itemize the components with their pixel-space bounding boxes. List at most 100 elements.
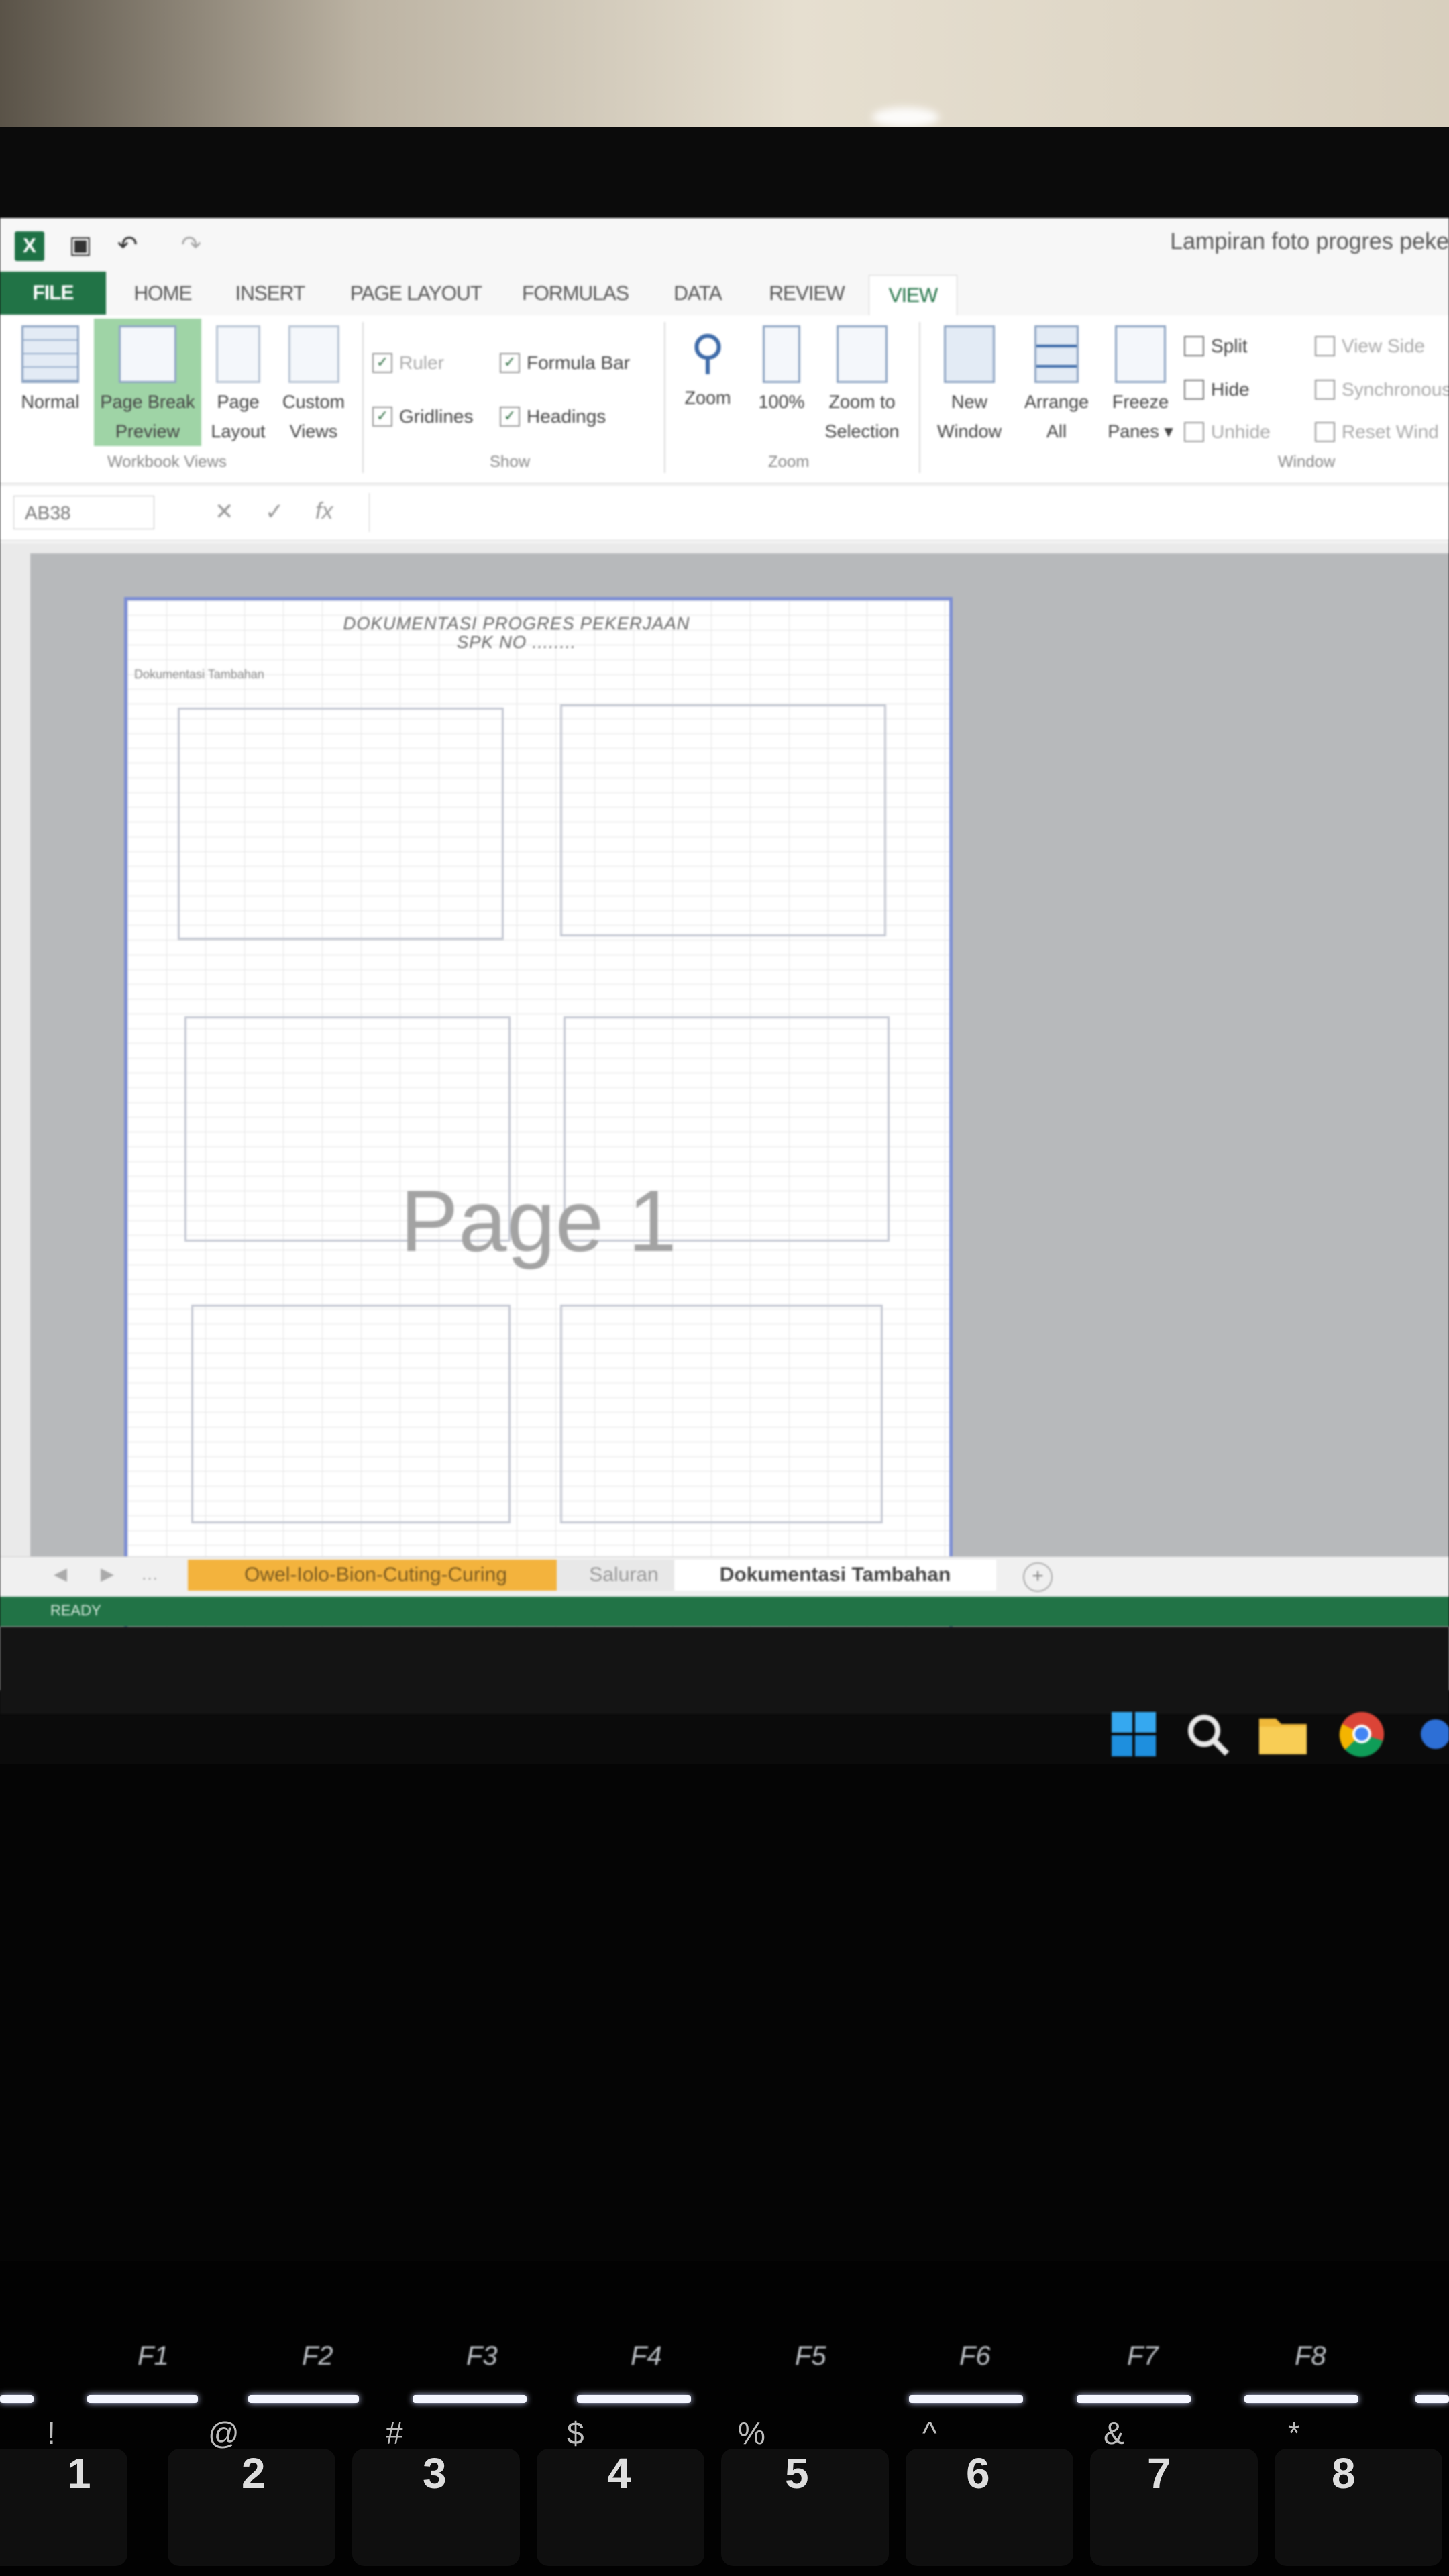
photo-placeholder[interactable] [191, 1305, 511, 1523]
chrome-icon[interactable] [1338, 1711, 1385, 1758]
zoom-to-selection-button[interactable]: Zoom to Selection [815, 325, 909, 446]
key-backlight [248, 2395, 359, 2403]
sheet-tab-1[interactable]: Owel-Iolo-Bion-Cuting-Curing [188, 1560, 564, 1591]
photo-placeholder[interactable] [178, 708, 504, 940]
custom-views-button[interactable]: Custom Views [272, 325, 356, 446]
key-backlight [909, 2395, 1023, 2403]
sheet-tab-3-active[interactable]: Dokumentasi Tambahan [674, 1560, 996, 1591]
new-window-button[interactable]: New Window [926, 325, 1013, 446]
fkey-label: F2 [302, 2341, 333, 2371]
formula-bar-checkbox[interactable]: ✓ Formula Bar [500, 352, 630, 374]
unhide-icon [1184, 422, 1204, 442]
synchronous-label: Synchronous [1342, 379, 1449, 400]
key-symbol: ^ [922, 2416, 937, 2451]
fkey-label: F4 [631, 2341, 662, 2371]
key-number: 5 [785, 2449, 809, 2498]
normal-view-label: Normal [21, 392, 80, 412]
key-number: 3 [423, 2449, 447, 2498]
key-number: 1 [67, 2449, 91, 2498]
tab-file[interactable]: FILE [0, 272, 106, 315]
headings-checkbox[interactable]: ✓ Headings [500, 406, 606, 427]
synchronous-scrolling-button[interactable]: Synchronous [1315, 379, 1449, 400]
search-icon[interactable] [1184, 1711, 1231, 1758]
sheet-nav-prev-icon[interactable]: ◀ [54, 1564, 67, 1585]
formula-input[interactable] [369, 493, 1449, 532]
hide-icon [1184, 380, 1204, 400]
file-explorer-icon[interactable] [1258, 1711, 1307, 1758]
sheet-tab-2[interactable]: Saluran [557, 1560, 691, 1591]
normal-view-button[interactable]: Normal [7, 325, 94, 417]
fkey-label: F1 [138, 2341, 169, 2371]
fkey-label: F6 [959, 2341, 991, 2371]
photo-placeholder[interactable] [560, 704, 886, 936]
fkey-label: F8 [1295, 2341, 1326, 2371]
tab-home[interactable]: HOME [124, 277, 201, 311]
status-ready: READY [50, 1602, 101, 1619]
print-page-1[interactable]: DOKUMENTASI PROGRES PEKERJAAN SPK NO ...… [124, 597, 953, 1690]
normal-view-icon [21, 325, 79, 383]
tab-data[interactable]: DATA [664, 277, 731, 311]
ceiling-light [872, 107, 939, 127]
synchronous-icon [1315, 380, 1335, 400]
app-icon[interactable] [1415, 1711, 1449, 1758]
zoom-label: Zoom [684, 388, 731, 408]
undo-icon[interactable]: ↶ [111, 231, 144, 258]
taskbar [0, 1627, 1449, 1714]
gridlines-checkbox[interactable]: ✓ Gridlines [372, 406, 473, 427]
new-window-label-1: New [951, 392, 987, 412]
add-sheet-icon[interactable]: + [1023, 1562, 1053, 1592]
arrange-all-icon [1034, 325, 1079, 383]
redo-icon[interactable]: ↷ [174, 231, 208, 258]
document-title-line-1: DOKUMENTASI PROGRES PEKERJAAN [343, 613, 690, 633]
page-break-preview-button[interactable]: Page Break Preview [94, 319, 201, 446]
save-icon[interactable]: ▣ [64, 231, 97, 258]
freeze-panes-label-2: Panes ▾ [1108, 421, 1173, 441]
tab-formulas[interactable]: FORMULAS [513, 277, 637, 311]
ruler-checkbox[interactable]: ✓ Ruler [372, 352, 444, 374]
sheet-nav-next-icon[interactable]: ▶ [101, 1564, 114, 1585]
tab-review[interactable]: REVIEW [758, 277, 855, 311]
quick-access-toolbar: X ▣ ↶ ↷ Lampiran foto progres peke [0, 218, 1449, 272]
name-box[interactable]: AB38 [13, 496, 154, 529]
cancel-icon[interactable]: ✕ [215, 498, 234, 525]
custom-views-icon [288, 325, 339, 383]
key-number: 7 [1147, 2449, 1171, 2498]
reset-window-position-button[interactable]: Reset Wind [1315, 421, 1439, 443]
fkey-label: F7 [1127, 2341, 1159, 2371]
formula-bar-label: Formula Bar [527, 352, 631, 373]
key-backlight [413, 2395, 527, 2403]
excel-window: X ▣ ↶ ↷ Lampiran foto progres peke FILE … [0, 218, 1449, 1690]
windows-start-icon[interactable] [1110, 1711, 1157, 1758]
hide-button[interactable]: Hide [1184, 379, 1250, 400]
hide-label: Hide [1211, 379, 1250, 400]
unhide-button[interactable]: Unhide [1184, 421, 1271, 443]
view-side-icon [1315, 336, 1335, 356]
view-side-by-side-button[interactable]: View Side [1315, 335, 1425, 357]
zoom-button[interactable]: ⚲ Zoom [671, 325, 745, 413]
view-side-label: View Side [1342, 335, 1426, 356]
key-number: 8 [1332, 2449, 1356, 2498]
page-layout-label-2: Layout [211, 421, 266, 441]
zoom-to-selection-label-1: Zoom to [828, 392, 896, 412]
tab-view[interactable]: VIEW [869, 275, 957, 316]
arrange-all-button[interactable]: Arrange All [1013, 325, 1100, 446]
zoom-100-button[interactable]: 100% [748, 325, 815, 417]
ruler-check-icon: ✓ [372, 353, 392, 373]
photo-placeholder[interactable] [560, 1305, 883, 1523]
separator [664, 322, 665, 473]
group-label-show: Show [490, 453, 531, 471]
key-backlight [1415, 2395, 1449, 2403]
headings-check-icon: ✓ [500, 407, 520, 427]
insert-function-icon[interactable]: fx [315, 498, 333, 525]
key-symbol: & [1104, 2416, 1124, 2451]
freeze-panes-button[interactable]: Freeze Panes ▾ [1100, 325, 1181, 446]
tab-page-layout[interactable]: PAGE LAYOUT [339, 277, 493, 311]
sheet-nav-more-icon[interactable]: … [141, 1564, 158, 1585]
page-break-preview-icon [119, 325, 176, 383]
enter-icon[interactable]: ✓ [265, 498, 284, 525]
ruler-label: Ruler [399, 352, 444, 373]
tab-insert[interactable]: INSERT [228, 277, 312, 311]
page-layout-view-button[interactable]: Page Layout [205, 325, 272, 446]
split-button[interactable]: Split [1184, 335, 1247, 357]
reset-window-icon [1315, 422, 1335, 442]
